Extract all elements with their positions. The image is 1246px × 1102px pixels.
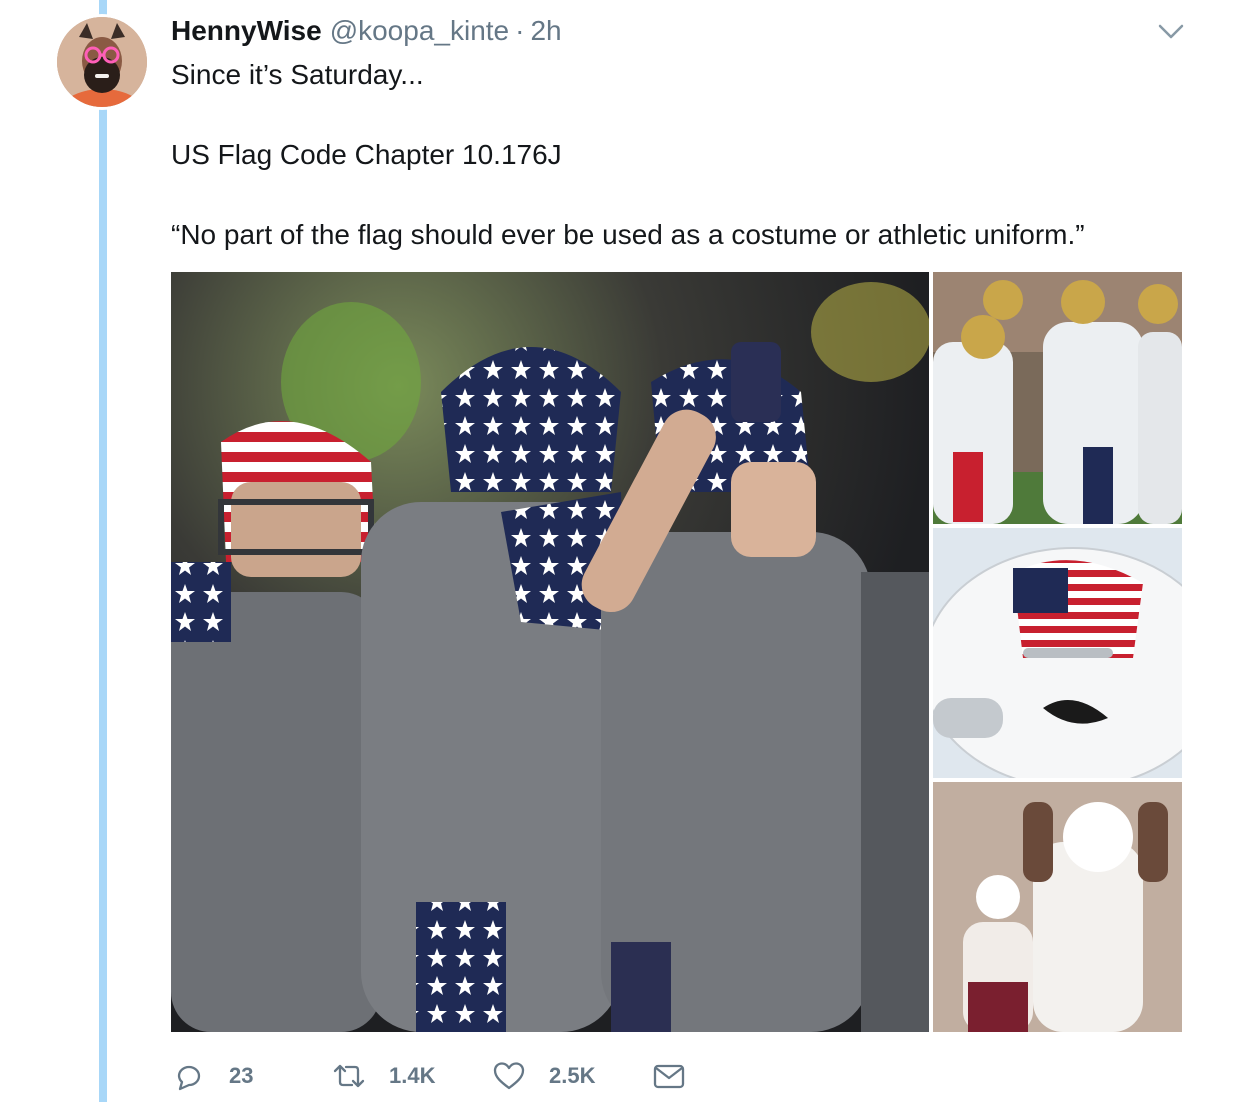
like-count: 2.5K [549, 1063, 596, 1088]
direct-message-button[interactable] [651, 1058, 691, 1094]
reply-icon [171, 1058, 207, 1094]
tweet-text: Since it’s Saturday... US Flag Code Chap… [171, 55, 1181, 255]
retweet-button[interactable]: 1.4K [331, 1058, 491, 1094]
tweet-line: “No part of the flag should ever be used… [171, 219, 1085, 250]
reply-button[interactable]: 23 [171, 1058, 331, 1094]
retweet-count: 1.4K [389, 1063, 436, 1088]
reply-count: 23 [229, 1063, 254, 1088]
display-name[interactable]: HennyWise [171, 15, 322, 47]
mail-icon [651, 1058, 687, 1094]
tweet-actions: 23 1.4K 2.5K [171, 1058, 691, 1094]
timestamp[interactable]: 2h [530, 15, 561, 47]
photo-northwestern-players[interactable] [171, 272, 929, 1032]
user-handle[interactable]: @koopa_kinte [330, 15, 509, 47]
media-grid [171, 272, 1182, 1032]
avatar[interactable] [54, 14, 150, 110]
heart-icon [491, 1058, 527, 1094]
photo-flag-helmet[interactable] [933, 528, 1182, 778]
chevron-down-icon[interactable] [1156, 20, 1186, 44]
like-button[interactable]: 2.5K [491, 1058, 651, 1094]
retweet-icon [331, 1058, 367, 1094]
photo-player-celebration[interactable] [933, 782, 1182, 1032]
photo-huddle[interactable] [933, 272, 1182, 524]
separator: · [515, 15, 525, 46]
thread-line [99, 0, 107, 1102]
tweet-header: HennyWise @koopa_kinte · 2h [171, 14, 562, 48]
tweet-line: US Flag Code Chapter 10.176J [171, 139, 562, 170]
tweet-line: Since it’s Saturday... [171, 59, 424, 90]
